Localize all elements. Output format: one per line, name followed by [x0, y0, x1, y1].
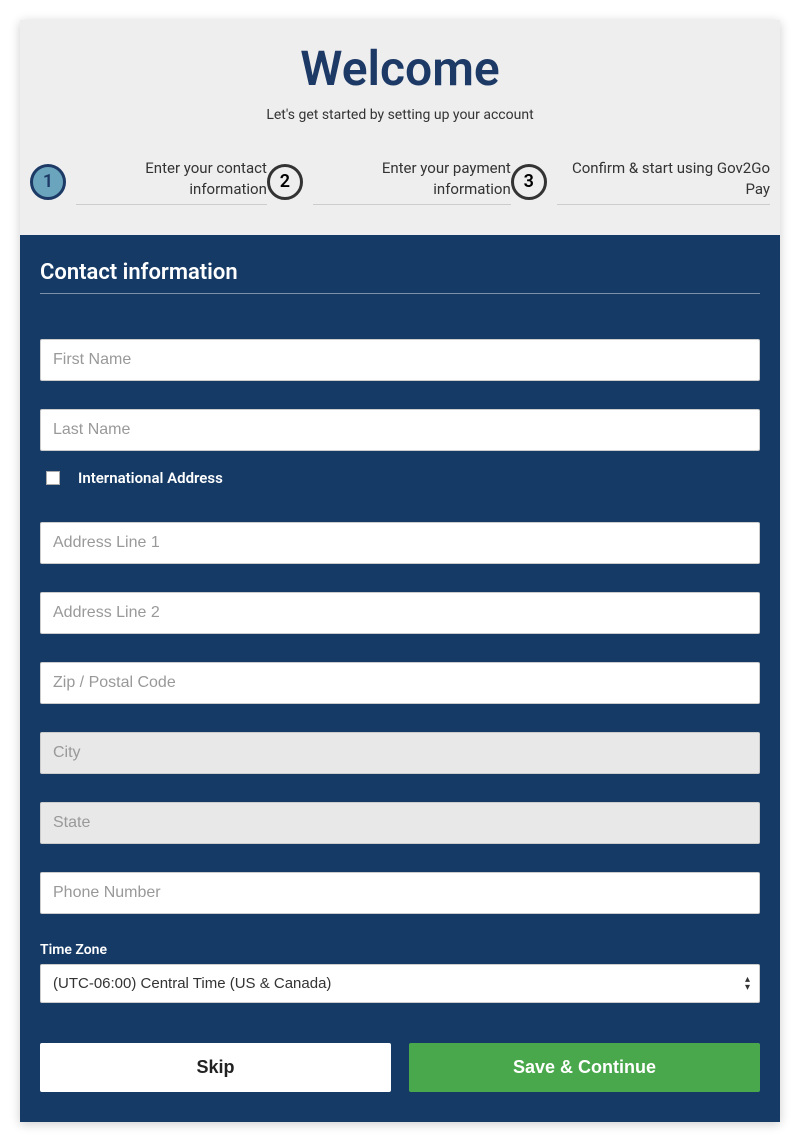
international-checkbox[interactable]: [46, 471, 60, 485]
section-title: Contact information: [40, 260, 760, 294]
page-subtitle: Let's get started by setting up your acc…: [20, 107, 780, 123]
header: Welcome Let's get started by setting up …: [20, 20, 780, 235]
step-2: 2 Enter your payment information: [267, 158, 511, 205]
timezone-select[interactable]: (UTC-06:00) Central Time (US & Canada): [40, 964, 760, 1003]
international-row: International Address: [40, 469, 760, 487]
form-section: Contact information International Addres…: [20, 235, 780, 1122]
step-2-label: Enter your payment information: [313, 158, 511, 205]
step-3-circle: 3: [511, 164, 547, 200]
phone-input[interactable]: [40, 872, 760, 914]
step-2-circle: 2: [267, 164, 303, 200]
step-1: 1 Enter your contact information: [30, 158, 267, 205]
steps-row: 1 Enter your contact information 2 Enter…: [20, 158, 780, 205]
timezone-select-wrap: (UTC-06:00) Central Time (US & Canada) ▴…: [40, 964, 760, 1003]
city-input[interactable]: [40, 732, 760, 774]
save-continue-button[interactable]: Save & Continue: [409, 1043, 760, 1092]
skip-button[interactable]: Skip: [40, 1043, 391, 1092]
timezone-label: Time Zone: [40, 942, 760, 958]
first-name-input[interactable]: [40, 339, 760, 381]
step-1-circle: 1: [30, 164, 66, 200]
zip-input[interactable]: [40, 662, 760, 704]
page-title: Welcome: [20, 40, 780, 97]
international-label: International Address: [78, 469, 223, 487]
step-3-label: Confirm & start using Gov2Go Pay: [557, 158, 770, 205]
wizard-container: Welcome Let's get started by setting up …: [20, 20, 780, 1122]
address-line-1-input[interactable]: [40, 522, 760, 564]
address-line-2-input[interactable]: [40, 592, 760, 634]
state-input[interactable]: [40, 802, 760, 844]
button-row: Skip Save & Continue: [40, 1043, 760, 1092]
step-3: 3 Confirm & start using Gov2Go Pay: [511, 158, 770, 205]
step-1-label: Enter your contact information: [76, 158, 267, 205]
last-name-input[interactable]: [40, 409, 760, 451]
